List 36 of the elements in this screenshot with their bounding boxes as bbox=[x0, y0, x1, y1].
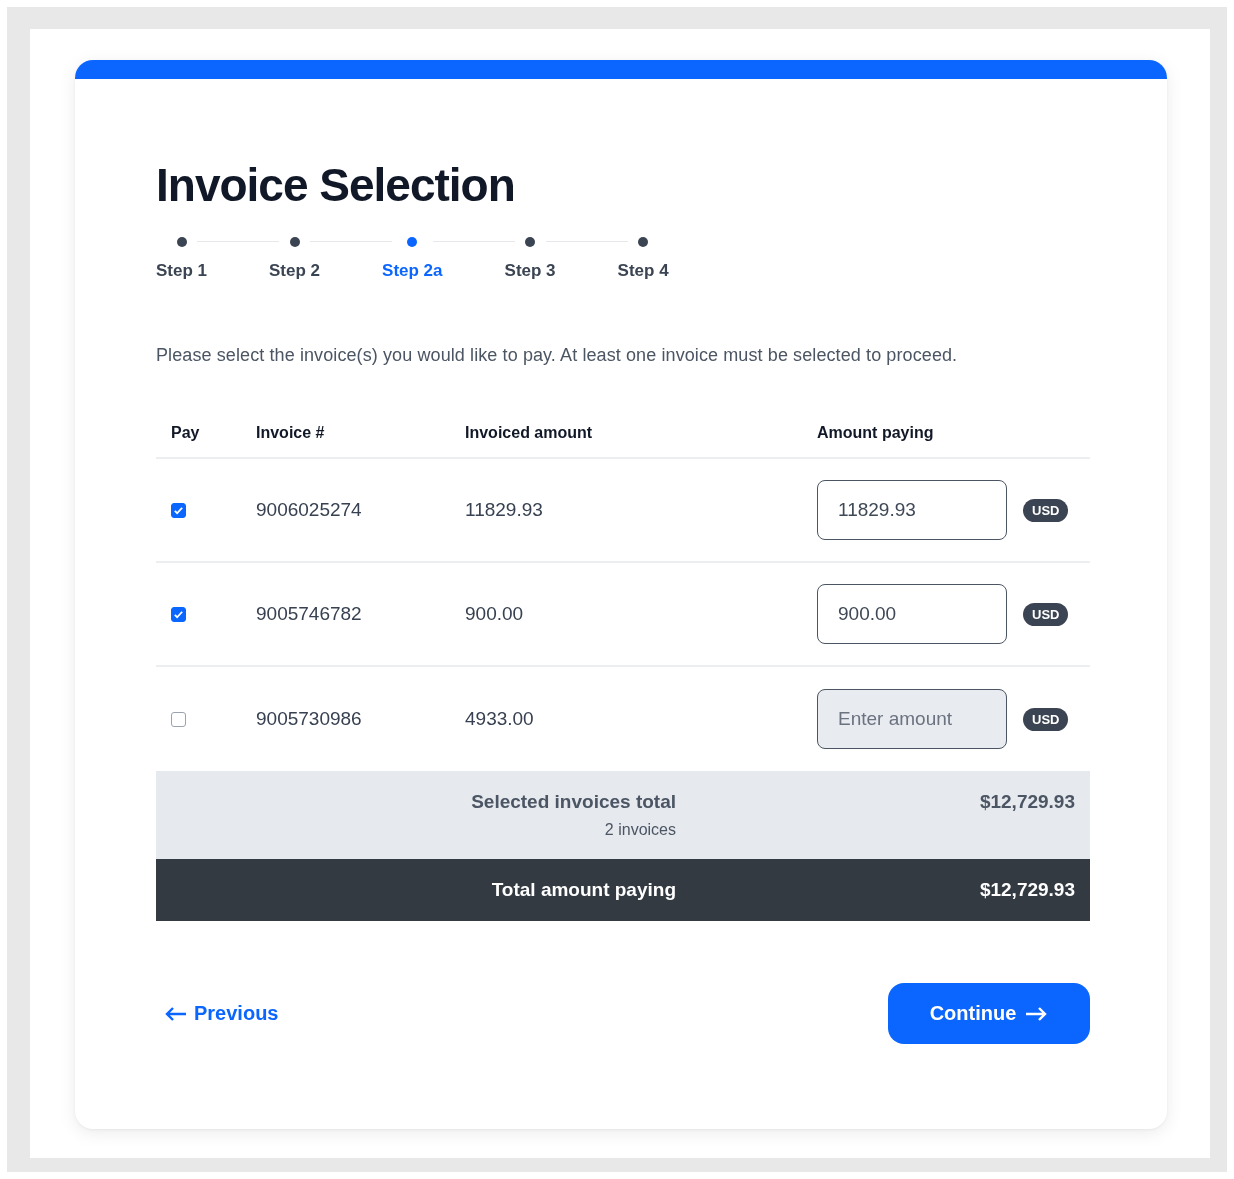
arrow-right-icon bbox=[1024, 1005, 1049, 1022]
amount-input[interactable]: 900.00 bbox=[817, 584, 1007, 644]
invoiced-amount: 4933.00 bbox=[465, 708, 535, 730]
total-value: $12,729.93 bbox=[979, 879, 1076, 901]
step-label[interactable]: Step 3 bbox=[504, 261, 556, 281]
currency-badge: USD bbox=[1023, 498, 1069, 522]
invoiced-amount: 11829.93 bbox=[465, 499, 544, 521]
column-header: Invoiced amount bbox=[465, 423, 594, 442]
step-label[interactable]: Step 4 bbox=[617, 261, 669, 281]
amount-input[interactable]: 11829.93 bbox=[817, 480, 1007, 540]
invoice-number: 9006025274 bbox=[256, 499, 363, 521]
arrow-left-icon bbox=[164, 1005, 188, 1022]
checkmark-icon bbox=[173, 504, 184, 516]
pay-checkbox[interactable] bbox=[171, 502, 186, 518]
invoiced-amount: 900.00 bbox=[465, 603, 525, 625]
previous-link[interactable]: Previous bbox=[164, 1002, 279, 1025]
total-label: Total amount paying bbox=[491, 879, 676, 901]
column-header: Invoice # bbox=[256, 423, 326, 442]
summary-value: $12,729.93 bbox=[979, 791, 1076, 814]
step-label[interactable]: Step 2a bbox=[382, 261, 443, 281]
pay-checkbox[interactable] bbox=[171, 606, 186, 622]
pay-checkbox[interactable] bbox=[171, 711, 186, 727]
currency-badge: USD bbox=[1023, 707, 1069, 731]
summary-label: Selected invoices total bbox=[471, 791, 676, 813]
invoice-number: 9005730986 bbox=[256, 708, 363, 730]
instructions-text: Please select the invoice(s) you would like to pay. At least one invoice must be selected to proceed. bbox=[156, 345, 959, 366]
column-header: Amount paying bbox=[817, 423, 935, 442]
page-title: Invoice Selection bbox=[156, 158, 516, 213]
step-label[interactable]: Step 2 bbox=[269, 261, 321, 281]
continue-button[interactable]: Continue bbox=[888, 983, 1090, 1044]
currency-badge: USD bbox=[1023, 602, 1069, 626]
invoice-count: 2 invoices bbox=[604, 821, 676, 839]
column-header: Pay bbox=[170, 423, 201, 442]
step-label[interactable]: Step 1 bbox=[156, 261, 208, 281]
checkmark-icon bbox=[173, 608, 184, 620]
invoice-number: 9005746782 bbox=[256, 603, 363, 625]
